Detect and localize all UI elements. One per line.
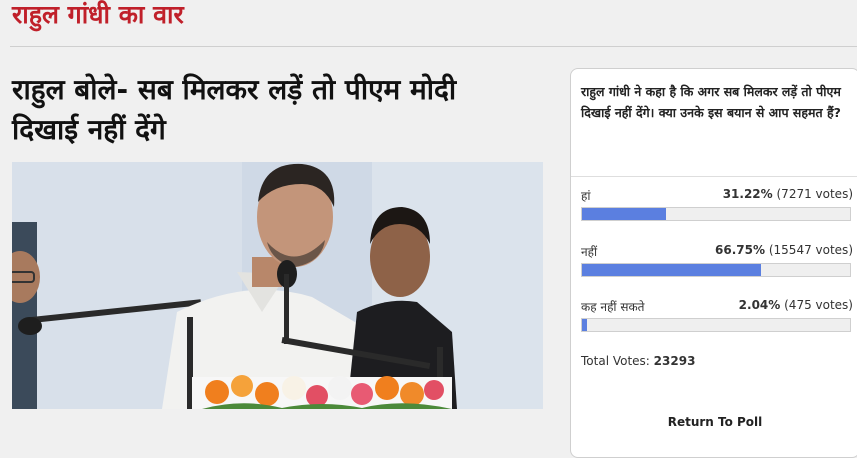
poll-bar-track [581, 318, 851, 332]
speaker-photo [12, 162, 543, 409]
article-image[interactable] [12, 162, 543, 409]
poll-bar-fill [582, 208, 666, 220]
poll-bar-fill [582, 319, 588, 331]
poll-divider [571, 176, 857, 177]
poll-option-stats: 31.22% (7271 votes) [723, 187, 853, 201]
headline-line-2[interactable]: दिखाई नहीं देंगे [12, 113, 166, 146]
poll-option-stats: 66.75% (15547 votes) [715, 243, 853, 257]
poll-option-percent: 2.04% [738, 298, 781, 312]
section-title[interactable]: राहुल गांधी का वार [12, 0, 184, 30]
headline-line-1[interactable]: राहुल बोले- सब मिलकर लड़ें तो पीएम मोदी [12, 73, 456, 106]
poll-option-label: नहीं [581, 245, 598, 259]
poll-option-percent: 31.22% [722, 187, 773, 201]
poll-bar-track [581, 207, 851, 221]
return-to-poll-link[interactable]: Return To Poll [571, 415, 857, 429]
header-divider [10, 46, 857, 47]
poll-option-stats: 2.04% (475 votes) [739, 298, 853, 312]
poll-option-votes: (475 votes) [784, 298, 853, 312]
poll-question: राहुल गांधी ने कहा है कि अगर सब मिलकर लड… [581, 84, 841, 120]
article-headline[interactable]: राहुल बोले- सब मिलकर लड़ें तो पीएम मोदी … [12, 70, 552, 150]
poll-option-percent: 66.75% [715, 243, 766, 257]
poll-total-label: Total Votes: [581, 354, 650, 368]
poll-option-label: हां [581, 189, 591, 203]
poll-option-label: कह नहीं सकते [581, 300, 645, 314]
poll-total-value: 23293 [653, 354, 696, 368]
poll-option-votes: (7271 votes) [776, 187, 854, 201]
poll-option-votes: (15547 votes) [768, 243, 853, 257]
poll-widget: राहुल गांधी ने कहा है कि अगर सब मिलकर लड… [570, 68, 857, 458]
poll-total: Total Votes: 23293 [581, 354, 695, 368]
poll-bar-track [581, 263, 851, 277]
poll-bar-fill [582, 264, 761, 276]
